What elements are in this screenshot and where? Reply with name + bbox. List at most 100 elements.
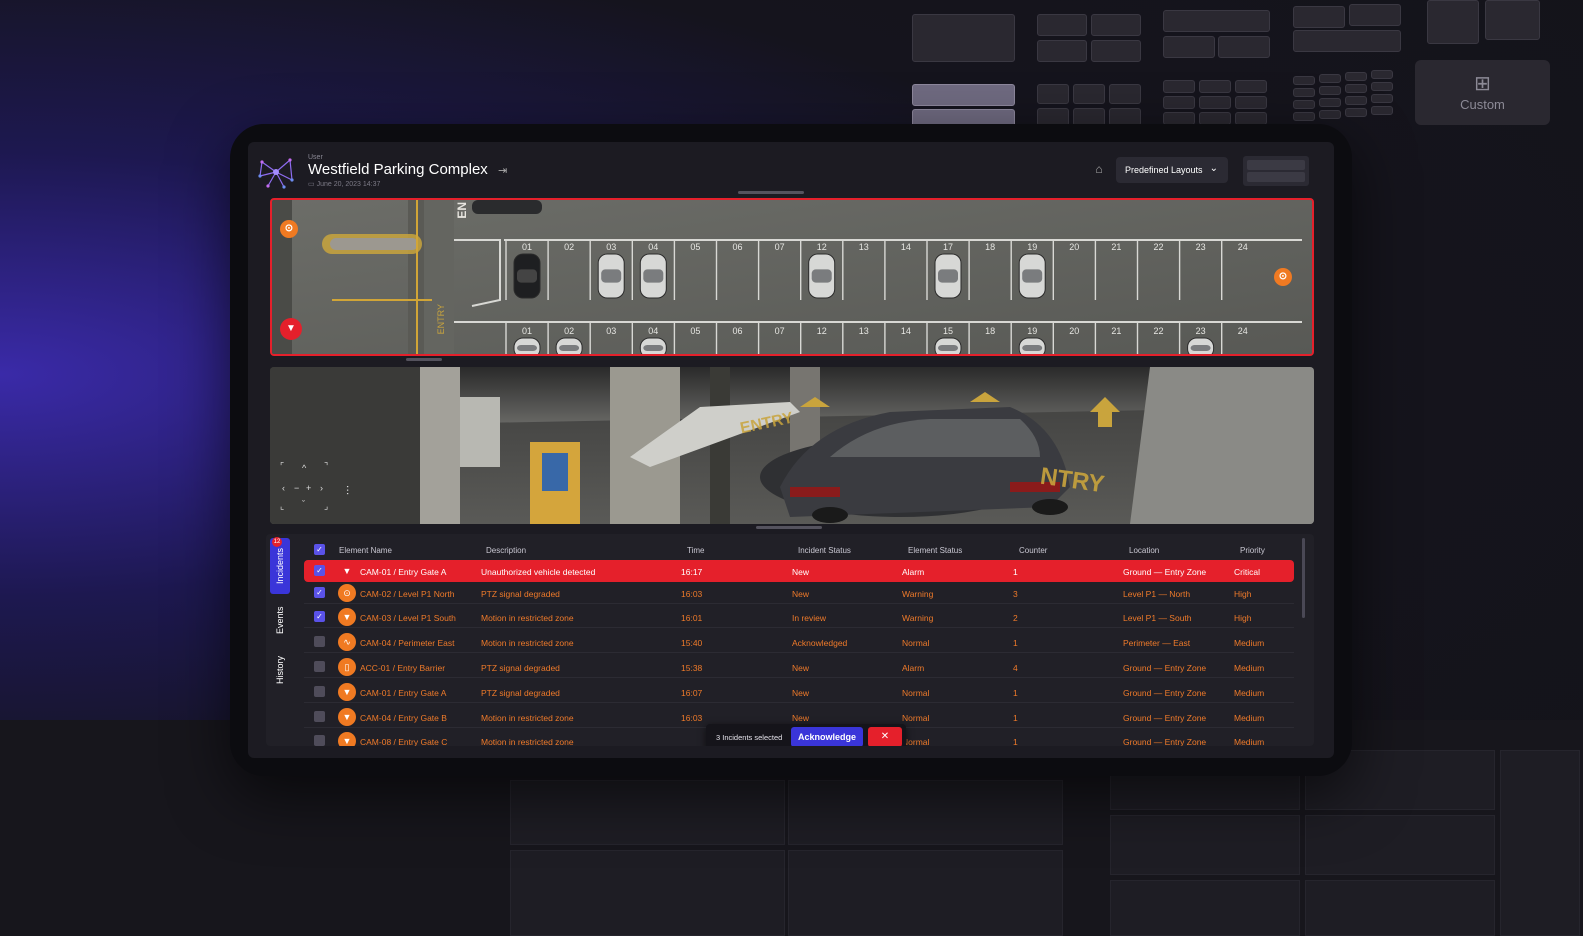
layout-option-16-b[interactable] [1319,74,1341,83]
custom-layout-label: Custom [1460,96,1505,112]
cell-description: Motion in restricted zone [481,613,574,623]
layout-option-16-o[interactable] [1345,108,1367,117]
ptz-camera-marker-icon[interactable]: ⊙ [280,220,298,238]
table-row[interactable]: ∿ CAM-04 / Perimeter East Motion in restri… [304,631,1294,653]
layout-option-3x2-b[interactable] [1073,84,1105,104]
col-description[interactable]: Description [486,546,526,555]
layout-option-16-l[interactable] [1371,94,1393,103]
alarm-camera-marker-icon[interactable]: ▼ [280,318,302,340]
layout-option-3x2-c[interactable] [1109,84,1141,104]
table-scrollbar[interactable] [1302,538,1305,618]
layout-option-9-b[interactable] [1199,80,1231,93]
row-checkbox[interactable]: ✓ [314,587,325,598]
car-windshield [601,269,622,283]
layout-option-16-m[interactable] [1293,112,1315,121]
row-checkbox[interactable] [314,636,325,647]
col-element-name[interactable]: Element Name [339,546,392,555]
layout-option-2x2-b[interactable] [1091,14,1141,36]
layout-option-x-b[interactable] [1485,0,1540,40]
side-camera-marker-icon[interactable]: ⊙ [1274,268,1292,286]
col-priority[interactable]: Priority [1240,546,1265,555]
layout-option-16-j[interactable] [1319,98,1341,107]
layout-option-16-a[interactable] [1293,76,1315,85]
cell-time: 15:40 [681,638,703,648]
resize-handle-bottom[interactable] [756,526,822,529]
row-checkbox[interactable]: ✓ [314,565,325,576]
layout-option-16-h[interactable] [1371,82,1393,91]
layout-option-wide-a[interactable] [1163,10,1270,32]
layout-option-16-i[interactable] [1293,100,1315,109]
pan-up-icon[interactable]: ^ [302,463,306,473]
layout-option-2x2-d[interactable] [1091,40,1141,62]
layout-option-16-f[interactable] [1319,86,1341,95]
logout-icon[interactable]: ⇥ [498,164,510,177]
car-windshield [517,269,537,283]
layout-option-3x2-a[interactable] [1037,84,1069,104]
layout-option-custom-b[interactable] [1349,4,1401,26]
layout-option-9-e[interactable] [1199,96,1231,109]
layout-option-16-n[interactable] [1319,110,1341,119]
layout-option-16-d[interactable] [1371,70,1393,79]
layout-option-9-d[interactable] [1163,96,1195,109]
table-row[interactable]: ▯ ACC-01 / Entry Barrier PTZ signal degrad… [304,656,1294,678]
camera-feed-parking-map[interactable]: 01 02 03 04 05 06 07 12 13 14 17 18 19 20 21 22 23 24 01 02… [270,198,1314,356]
select-all-checkbox[interactable]: ✓ [314,544,325,555]
table-row[interactable]: ✓ ▼ CAM-03 / Level P1 South Motion in restr… [304,606,1294,628]
pan-right-icon[interactable]: › [320,483,323,493]
garage-entry-image [270,367,1314,524]
layout-preview[interactable] [1243,156,1309,186]
bay-number-top: 02 [564,242,574,252]
layout-option-2x1[interactable] [912,84,1015,106]
layout-option-9-a[interactable] [1163,80,1195,93]
col-location[interactable]: Location [1129,546,1159,555]
layout-option-9-c[interactable] [1235,80,1267,93]
layout-option-custom-a[interactable] [1293,6,1345,28]
layout-option-custom-c[interactable] [1293,30,1401,52]
col-counter[interactable]: Counter [1019,546,1047,555]
col-time[interactable]: Time [687,546,704,555]
bay-number-bottom: 06 [732,326,742,336]
custom-layout-button[interactable]: ⊞ Custom [1415,60,1550,125]
layout-option-2x2-a[interactable] [1037,14,1087,36]
cell-incident-status: Acknowledged [792,638,848,648]
col-incident-status[interactable]: Incident Status [798,546,851,555]
tab-history[interactable]: History [270,648,290,692]
pan-down-icon[interactable]: ˇ [302,499,305,509]
layout-option-wide-b[interactable] [1163,36,1215,58]
acknowledge-button[interactable]: Acknowledge [791,727,863,746]
row-checkbox[interactable] [314,711,325,722]
layout-option-wide-c[interactable] [1218,36,1270,58]
table-row[interactable]: ✓ ⊙ CAM-02 / Level P1 North PTZ signal degr… [304,582,1294,604]
resize-handle-top[interactable] [738,191,804,194]
pan-left-icon[interactable]: ‹ [282,483,285,493]
layout-option-2x2-c[interactable] [1037,40,1087,62]
table-row[interactable]: ▼ CAM-01 / Entry Gate A PTZ signal degrade… [304,681,1294,703]
row-checkbox[interactable] [314,686,325,697]
layout-option-16-k[interactable] [1345,96,1367,105]
zoom-out-icon[interactable]: − [294,483,299,493]
predefined-layouts-dropdown[interactable]: Predefined Layouts ⌄ [1116,157,1228,183]
table-row-critical[interactable]: ✓ ▼ CAM-01 / Entry Gate A Unauthorized vehi… [304,560,1294,582]
layout-option-16-g[interactable] [1345,84,1367,93]
adjust-settings-icon[interactable]: ⫶ [346,484,349,499]
tab-incidents[interactable]: Incidents [270,538,290,594]
cell-counter: 1 [1013,713,1018,723]
row-checkbox[interactable] [314,661,325,672]
layout-option-16-p[interactable] [1371,106,1393,115]
layout-option-x-a[interactable] [1427,0,1479,44]
clear-selection-button[interactable]: ✕ [868,727,902,746]
ptz-controls[interactable]: ⌜ ^ ⌝ ‹ − + › ⌞ ˇ ⌟ [280,461,336,511]
resize-handle-mid[interactable] [406,358,442,361]
wall-cell [1110,880,1300,936]
row-checkbox[interactable]: ✓ [314,611,325,622]
col-element-status[interactable]: Element Status [908,546,962,555]
layout-option-9-f[interactable] [1235,96,1267,109]
home-icon[interactable]: ⌂ [1091,162,1107,178]
layout-option-16-e[interactable] [1293,88,1315,97]
layout-option-16-c[interactable] [1345,72,1367,81]
zoom-in-icon[interactable]: + [306,483,311,493]
layout-option-1x1[interactable] [912,14,1015,62]
camera-feed-garage-entry[interactable]: ENTRY NTRY ⌜ ^ ⌝ ‹ − + › ⌞ ˇ ⌟ ⫶ [270,367,1314,524]
tab-events[interactable]: Events [270,600,290,640]
row-checkbox[interactable] [314,735,325,746]
